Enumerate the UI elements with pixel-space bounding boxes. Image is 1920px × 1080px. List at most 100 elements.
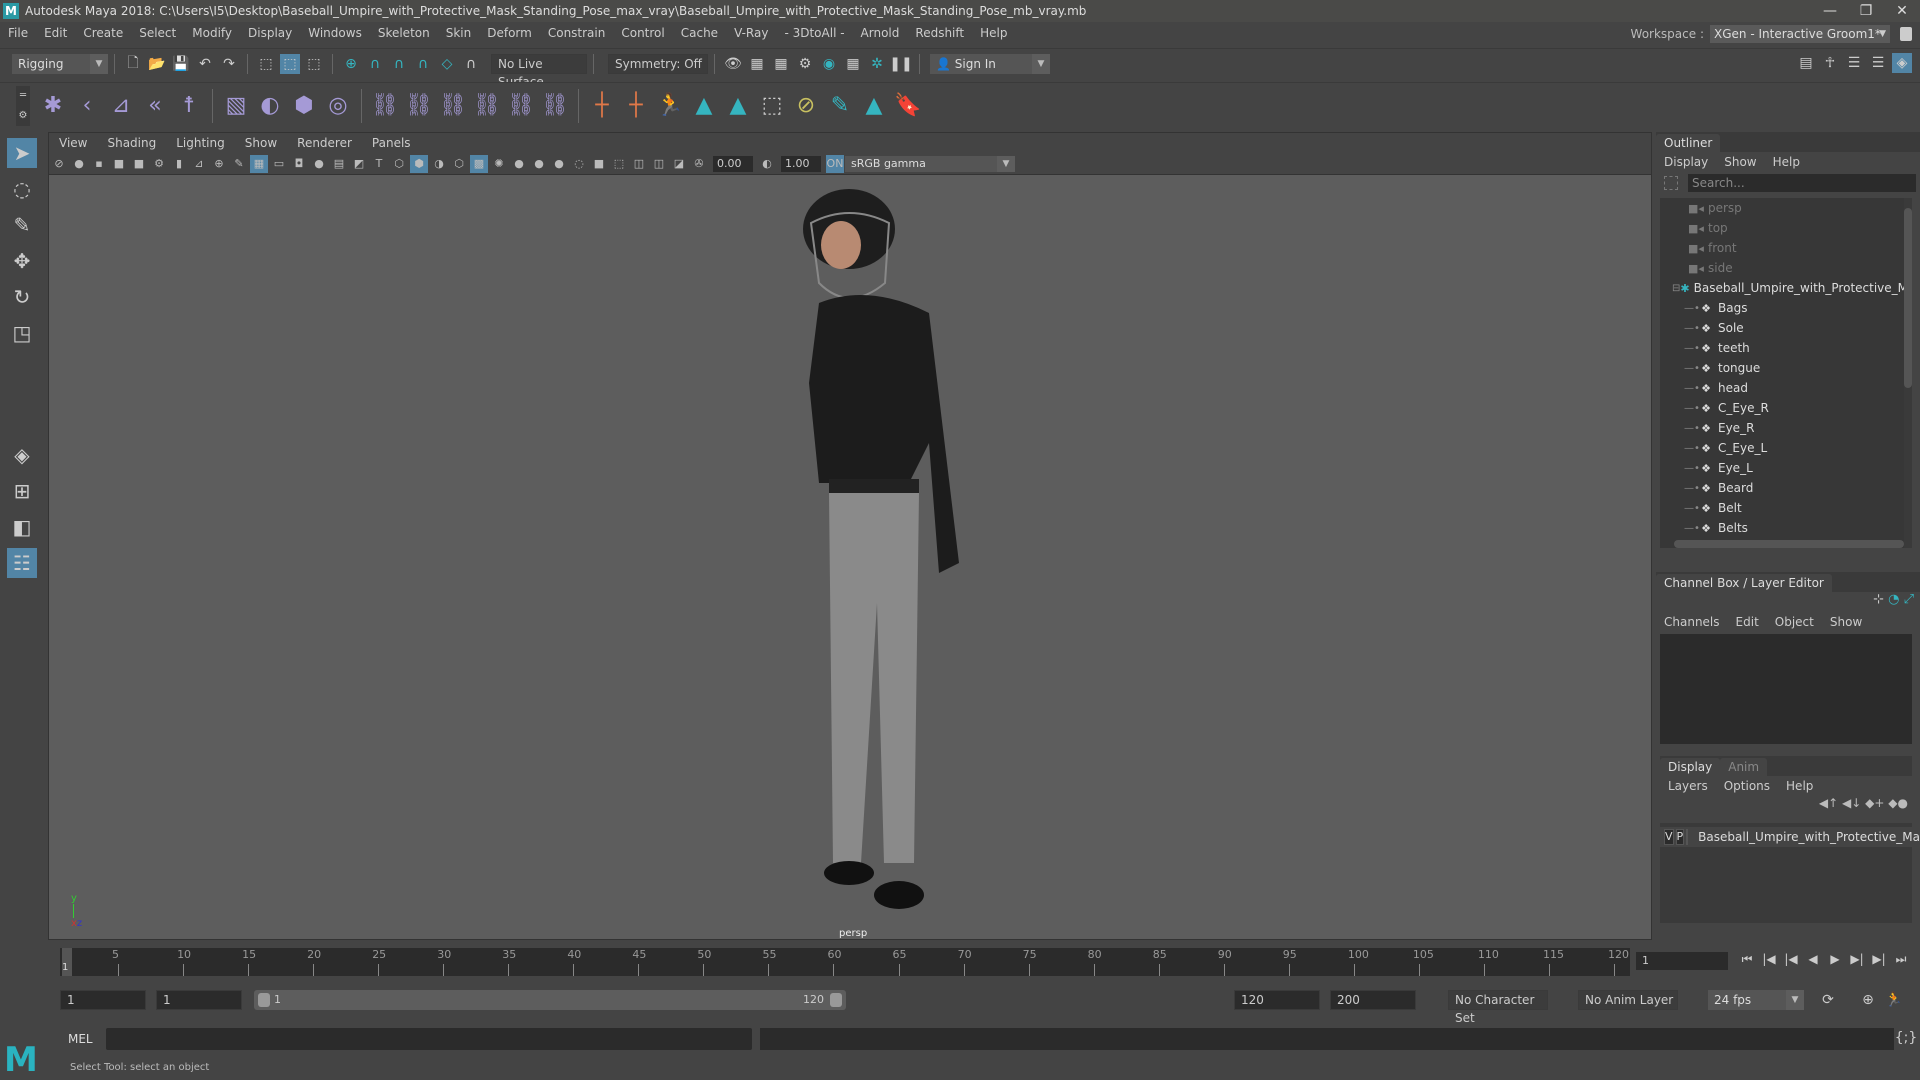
menu-display[interactable]: Display — [240, 26, 300, 40]
outliner-item[interactable]: —• ❖ C_Eye_R — [1660, 398, 1912, 418]
safe-action-icon[interactable]: ◩ — [350, 155, 368, 173]
empty-shelf-slot[interactable]: ⬚ — [757, 91, 787, 121]
aim-constraint-icon[interactable]: ⛓ — [506, 91, 536, 121]
camera-icon[interactable]: ■ — [110, 155, 128, 173]
menu-control[interactable]: Control — [613, 26, 672, 40]
outliner-item-root[interactable]: ⊟ ✱ Baseball_Umpire_with_Protective_Mask — [1660, 278, 1912, 298]
point-constraint-icon[interactable]: ⛓ — [404, 91, 434, 121]
collapse-icon[interactable]: ⊟ — [1672, 283, 1680, 294]
bookmarks-icon[interactable]: ▪ — [90, 155, 108, 173]
new-layer-selected-icon[interactable]: ◆● — [1888, 796, 1908, 810]
viewport-menu-show[interactable]: Show — [235, 136, 287, 150]
time-slider-track[interactable]: 5 10 15 20 25 30 35 40 45 50 55 60 65 70 75 80 85 90 95 100… — [60, 948, 1630, 976]
select-object-icon[interactable]: ⬚ — [280, 53, 300, 74]
layer-menu-help[interactable]: Help — [1778, 779, 1821, 793]
pause-viewport-icon[interactable]: ❚❚ — [889, 54, 912, 74]
maya-script-1-icon[interactable]: ▲ — [689, 91, 719, 121]
render-view-icon[interactable]: 👁 — [723, 54, 743, 74]
menu-skeleton[interactable]: Skeleton — [370, 26, 438, 40]
viewport-menu-shading[interactable]: Shading — [97, 136, 166, 150]
outliner-item[interactable]: —• ❖ tongue — [1660, 358, 1912, 378]
camera-settings-icon[interactable]: ⚙ — [150, 155, 168, 173]
outliner-item[interactable]: —• ❖ Belt — [1660, 498, 1912, 518]
move-tool-icon[interactable]: ✥ — [7, 246, 37, 276]
outliner-search-input[interactable]: Search... — [1688, 174, 1916, 192]
current-frame-field[interactable]: 1 — [1636, 952, 1728, 970]
ik-spline-icon[interactable]: « — [140, 91, 170, 121]
menu-modify[interactable]: Modify — [184, 26, 240, 40]
menu-constrain[interactable]: Constrain — [540, 26, 614, 40]
menu-v-ray[interactable]: V-Ray — [726, 26, 776, 40]
lattice-icon[interactable]: ⬢ — [289, 91, 319, 121]
outliner-layout-icon[interactable]: ☷ — [7, 548, 37, 578]
pole-vector-icon[interactable]: ⛓ — [540, 91, 570, 121]
color-management-toggle[interactable]: ON — [826, 154, 844, 173]
outliner-item[interactable]: —• ❖ Eye_L — [1660, 458, 1912, 478]
layer-tab-anim[interactable]: Anim — [1720, 758, 1768, 776]
modeling-toolkit-icon[interactable]: ▤ — [1796, 53, 1816, 73]
outliner-item[interactable]: —• ❖ Sole — [1660, 318, 1912, 338]
viewport-panel[interactable]: View Shading Lighting Show Renderer Panels ⊘ … — [48, 132, 1652, 940]
step-back-key-icon[interactable]: |◀ — [1782, 952, 1800, 970]
layer-tab-display[interactable]: Display — [1660, 758, 1721, 776]
save-scene-icon[interactable]: 💾 — [171, 54, 191, 74]
outliner-item[interactable]: —• ❖ Bags — [1660, 298, 1912, 318]
animation-prefs-icon[interactable]: 🏃 — [1884, 990, 1904, 1010]
channel-box-icon[interactable]: ◈ — [1892, 53, 1912, 73]
step-forward-frame-icon[interactable]: ▶| — [1870, 952, 1888, 970]
view-transform-dropdown[interactable]: sRGB gamma ▼ — [845, 155, 1015, 172]
snap-point-icon[interactable]: ∩ — [389, 54, 409, 74]
move-layer-up-icon[interactable]: ◀↑ — [1819, 796, 1838, 810]
scene-start-field[interactable]: 1 — [60, 990, 146, 1010]
rotate-tool-icon[interactable]: ↻ — [7, 282, 37, 312]
single-perspective-layout-icon[interactable]: ◈ — [7, 440, 37, 470]
snap-view-icon[interactable]: ∩ — [413, 54, 433, 74]
channel-box-menu-show[interactable]: Show — [1822, 615, 1870, 629]
outliner-item[interactable]: —• ❖ head — [1660, 378, 1912, 398]
scene-end-field[interactable]: 200 — [1330, 990, 1416, 1010]
depth-of-field-icon[interactable]: ■ — [590, 155, 608, 173]
camera-attributes-icon[interactable]: ● — [70, 155, 88, 173]
parent-constraint-icon[interactable]: ⛓ — [370, 91, 400, 121]
range-slider-bar[interactable]: 1 120 — [254, 990, 846, 1010]
select-component-icon[interactable]: ⬚ — [304, 54, 324, 74]
outliner-item[interactable]: —• ❖ C_Eye_L — [1660, 438, 1912, 458]
scale-tool-icon[interactable]: ◳ — [7, 318, 37, 348]
gate-mask-icon[interactable]: ● — [310, 155, 328, 173]
paint-weights-icon[interactable]: ◐ — [255, 91, 285, 121]
sign-in-button[interactable]: 👤 Sign In ▼ — [930, 53, 1050, 74]
snap-curve-icon[interactable]: ∩ — [365, 54, 385, 74]
display-type-toggle[interactable] — [1686, 829, 1689, 845]
move-layer-down-icon[interactable]: ◀↓ — [1842, 796, 1861, 810]
visibility-toggle[interactable]: V — [1664, 829, 1674, 845]
playback-start-field[interactable]: 1 — [156, 990, 242, 1010]
viewport-menu-lighting[interactable]: Lighting — [166, 136, 235, 150]
bookmark-add-icon[interactable]: 🔖 — [893, 91, 923, 121]
connect-attribute-icon[interactable]: ┼ — [621, 91, 651, 121]
loop-icon[interactable]: ⟳ — [1818, 990, 1838, 1010]
redo-icon[interactable]: ↷ — [219, 54, 239, 74]
workspace-dropdown[interactable]: XGen - Interactive Groom1* — [1710, 25, 1890, 43]
select-hierarchy-icon[interactable]: ⬚ — [256, 54, 276, 74]
filter-icon[interactable] — [1664, 176, 1678, 190]
snap-live-icon[interactable]: ∩ — [461, 54, 481, 74]
joint-tool-icon[interactable]: ✱ — [38, 91, 68, 121]
four-view-layout-icon[interactable]: ⊞ — [7, 476, 37, 506]
shadows-icon[interactable]: ● — [510, 155, 528, 173]
anim-layer-dropdown[interactable]: No Anim Layer — [1578, 990, 1678, 1010]
wireframe-icon[interactable]: ⬡ — [390, 155, 408, 173]
menu-cache[interactable]: Cache — [673, 26, 726, 40]
resolution-gate-icon[interactable]: ◘ — [290, 155, 308, 173]
new-layer-icon[interactable]: ◆+ — [1865, 796, 1884, 810]
step-forward-key-icon[interactable]: ▶| — [1848, 952, 1866, 970]
shelf-settings-icon[interactable]: ⚙ — [19, 110, 28, 121]
xray-joints-icon[interactable]: ◫ — [650, 155, 668, 173]
smooth-shade-icon[interactable]: ⬢ — [410, 154, 428, 173]
hik-icon[interactable]: ☥ — [1820, 53, 1840, 73]
minimize-button[interactable]: — — [1812, 0, 1848, 22]
outliner-item-camera[interactable]: ■◂ front — [1660, 238, 1912, 258]
menu-edit[interactable]: Edit — [36, 26, 75, 40]
screen-space-ao-icon[interactable]: ● — [530, 155, 548, 173]
outliner-item[interactable]: —• ❖ Eye_R — [1660, 418, 1912, 438]
outliner-horizontal-scrollbar[interactable] — [1674, 540, 1904, 548]
